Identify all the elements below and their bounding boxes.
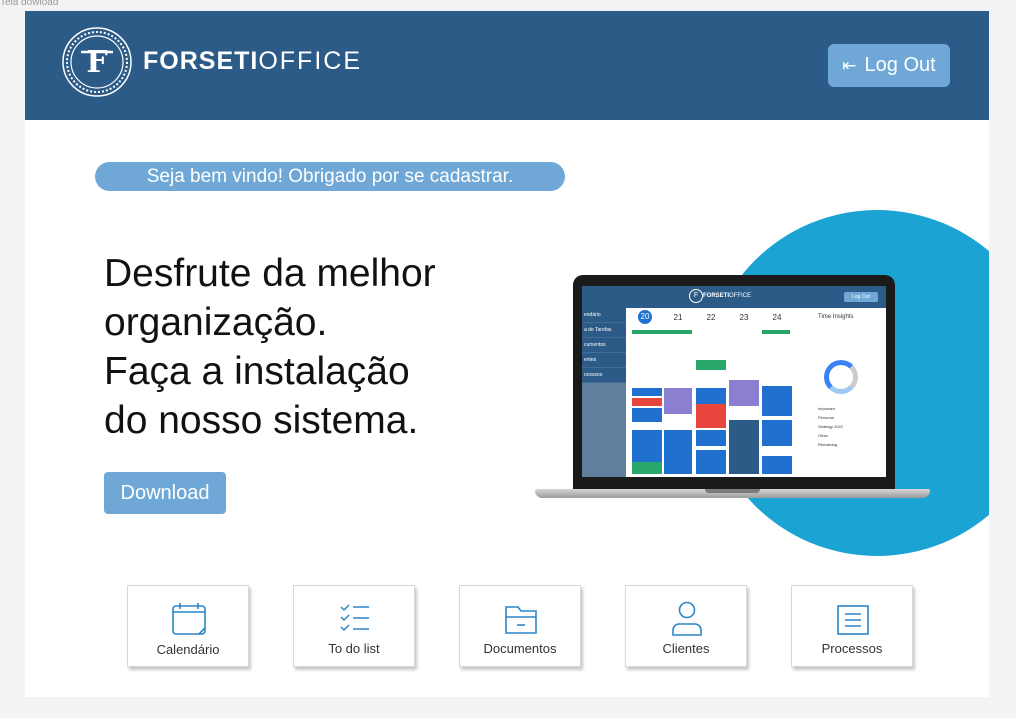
mockup-sidebar-item: endário bbox=[582, 308, 626, 323]
feature-card-label: To do list bbox=[328, 641, 380, 656]
brand-name: FORSETIOFFICE bbox=[143, 47, 363, 75]
mockup-event bbox=[762, 456, 792, 474]
mockup-sidebar-item: cumentos bbox=[582, 338, 626, 353]
mockup-logout-button: Log Out bbox=[844, 292, 878, 302]
mockup-event bbox=[696, 404, 726, 428]
mockup-event bbox=[762, 386, 792, 416]
mockup-donut-chart bbox=[824, 360, 858, 394]
mockup-insights-title: Time Insights bbox=[818, 314, 854, 320]
feature-card-processos[interactable]: Processos bbox=[791, 585, 913, 667]
feature-card-label: Processos bbox=[821, 641, 883, 656]
mockup-sidebar-item: ocessos bbox=[582, 368, 626, 383]
mockup-event bbox=[762, 330, 790, 334]
headline-line: Desfrute da melhor bbox=[104, 252, 436, 295]
svg-text:F: F bbox=[86, 45, 107, 80]
mockup-event bbox=[729, 380, 759, 406]
headline: Desfrute da melhor organização. Faça a i… bbox=[104, 249, 524, 445]
mockup-event bbox=[696, 430, 726, 446]
mockup-day: 23 bbox=[739, 313, 749, 322]
mockup-event bbox=[632, 398, 662, 406]
mockup-event bbox=[632, 408, 662, 422]
mockup-event bbox=[664, 388, 692, 414]
mockup-insights-legend: Important Personal Strategy 2022 Other R… bbox=[818, 406, 843, 447]
mockup-brand: FORSETIOFFICE bbox=[703, 293, 752, 299]
mockup-sidebar: endário a de Tarefas cumentos entes oces… bbox=[582, 308, 626, 477]
download-button[interactable]: Download bbox=[104, 472, 226, 514]
mockup-event bbox=[696, 450, 726, 474]
logout-arrow-icon: ⇤ bbox=[842, 55, 857, 75]
headline-line: Faça a instalação bbox=[104, 350, 410, 393]
mockup-header: F FORSETIOFFICE Log Out bbox=[582, 286, 886, 308]
mockup-event bbox=[632, 388, 662, 396]
folder-icon bbox=[505, 606, 537, 634]
headline-line: do nosso sistema. bbox=[104, 399, 419, 442]
mockup-day: 24 bbox=[772, 313, 782, 322]
download-page: F FORSETIOFFICE ⇤ Log Out Seja bem vindo… bbox=[25, 11, 989, 697]
mockup-event bbox=[762, 420, 792, 446]
mockup-event bbox=[696, 388, 726, 404]
laptop-screen: F FORSETIOFFICE Log Out endário a de Tar… bbox=[582, 286, 886, 477]
feature-card-documentos[interactable]: Documentos bbox=[459, 585, 581, 667]
laptop-notch bbox=[705, 489, 760, 493]
laptop-mockup: F FORSETIOFFICE Log Out endário a de Tar… bbox=[535, 275, 930, 505]
mockup-event bbox=[664, 430, 692, 474]
laptop-lid: F FORSETIOFFICE Log Out endário a de Tar… bbox=[573, 275, 895, 495]
logout-button[interactable]: ⇤ Log Out bbox=[828, 44, 950, 87]
feature-card-label: Calendário bbox=[156, 642, 220, 657]
feature-card-todo[interactable]: To do list bbox=[293, 585, 415, 667]
feature-card-clientes[interactable]: Clientes bbox=[625, 585, 747, 667]
mockup-event bbox=[729, 420, 759, 474]
feature-card-calendario[interactable]: Calendário bbox=[127, 585, 249, 667]
mockup-event bbox=[632, 462, 662, 474]
mockup-event bbox=[632, 330, 692, 334]
logout-label: Log Out bbox=[864, 54, 936, 76]
feature-card-label: Documentos bbox=[483, 641, 557, 656]
mockup-insights-panel: Time Insights Important Personal Strateg… bbox=[814, 310, 886, 477]
user-icon bbox=[672, 601, 702, 636]
document-list-icon bbox=[837, 605, 869, 635]
mockup-sidebar-item: entes bbox=[582, 353, 626, 368]
feature-card-label: Clientes bbox=[662, 641, 710, 656]
mockup-sidebar-item: a de Tarefas bbox=[582, 323, 626, 338]
header: F FORSETIOFFICE ⇤ Log Out bbox=[25, 11, 989, 120]
mockup-day: 21 bbox=[673, 313, 683, 322]
mockup-day: 20 bbox=[630, 310, 660, 324]
mockup-day: 22 bbox=[706, 313, 716, 322]
welcome-banner: Seja bem vindo! Obrigado por se cadastra… bbox=[95, 162, 565, 191]
headline-line: organização. bbox=[104, 301, 328, 344]
frame-label: Tela dowload bbox=[0, 0, 59, 8]
forseti-logo-icon: F bbox=[62, 27, 132, 97]
calendar-icon bbox=[172, 603, 206, 635]
checklist-icon bbox=[340, 604, 369, 632]
mockup-calendar: 20 21 22 23 24 bbox=[630, 310, 810, 477]
mockup-logo-icon: F bbox=[689, 289, 703, 303]
mockup-event bbox=[696, 360, 726, 370]
